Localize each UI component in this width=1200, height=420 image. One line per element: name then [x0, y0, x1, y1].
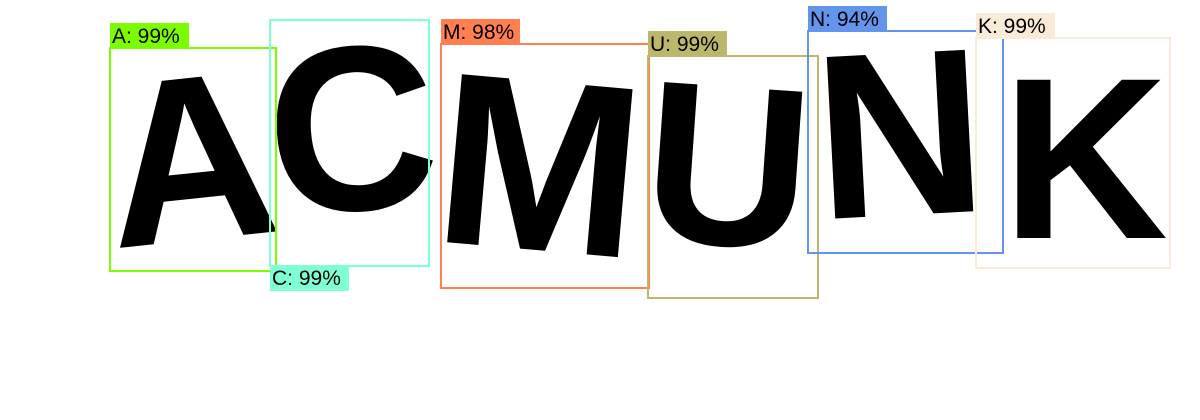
label-text-u: U: 99%: [650, 33, 719, 56]
handwritten-letters: ACMUN K: [92, 0, 1168, 310]
handwritten-letter-m: M: [426, 20, 653, 311]
detection-canvas: ACMUN K A: 99% C: 99% M: 98% U: 99% N: 94% K: …: [92, 0, 1171, 310]
handwritten-letter-k: K: [1002, 30, 1168, 287]
label-text-c: C: 99%: [272, 267, 341, 290]
handwritten-letter-a: A: [92, 19, 288, 298]
label-text-k: K: 99%: [978, 15, 1046, 38]
label-text-a: A: 99%: [112, 25, 180, 48]
handwritten-letter-c: C: [258, 0, 446, 266]
label-text-m: M: 98%: [443, 21, 514, 44]
label-text-n: N: 94%: [810, 8, 879, 31]
handwritten-letter-n: N: [808, 0, 991, 269]
handwritten-letter-u: U: [636, 32, 820, 300]
